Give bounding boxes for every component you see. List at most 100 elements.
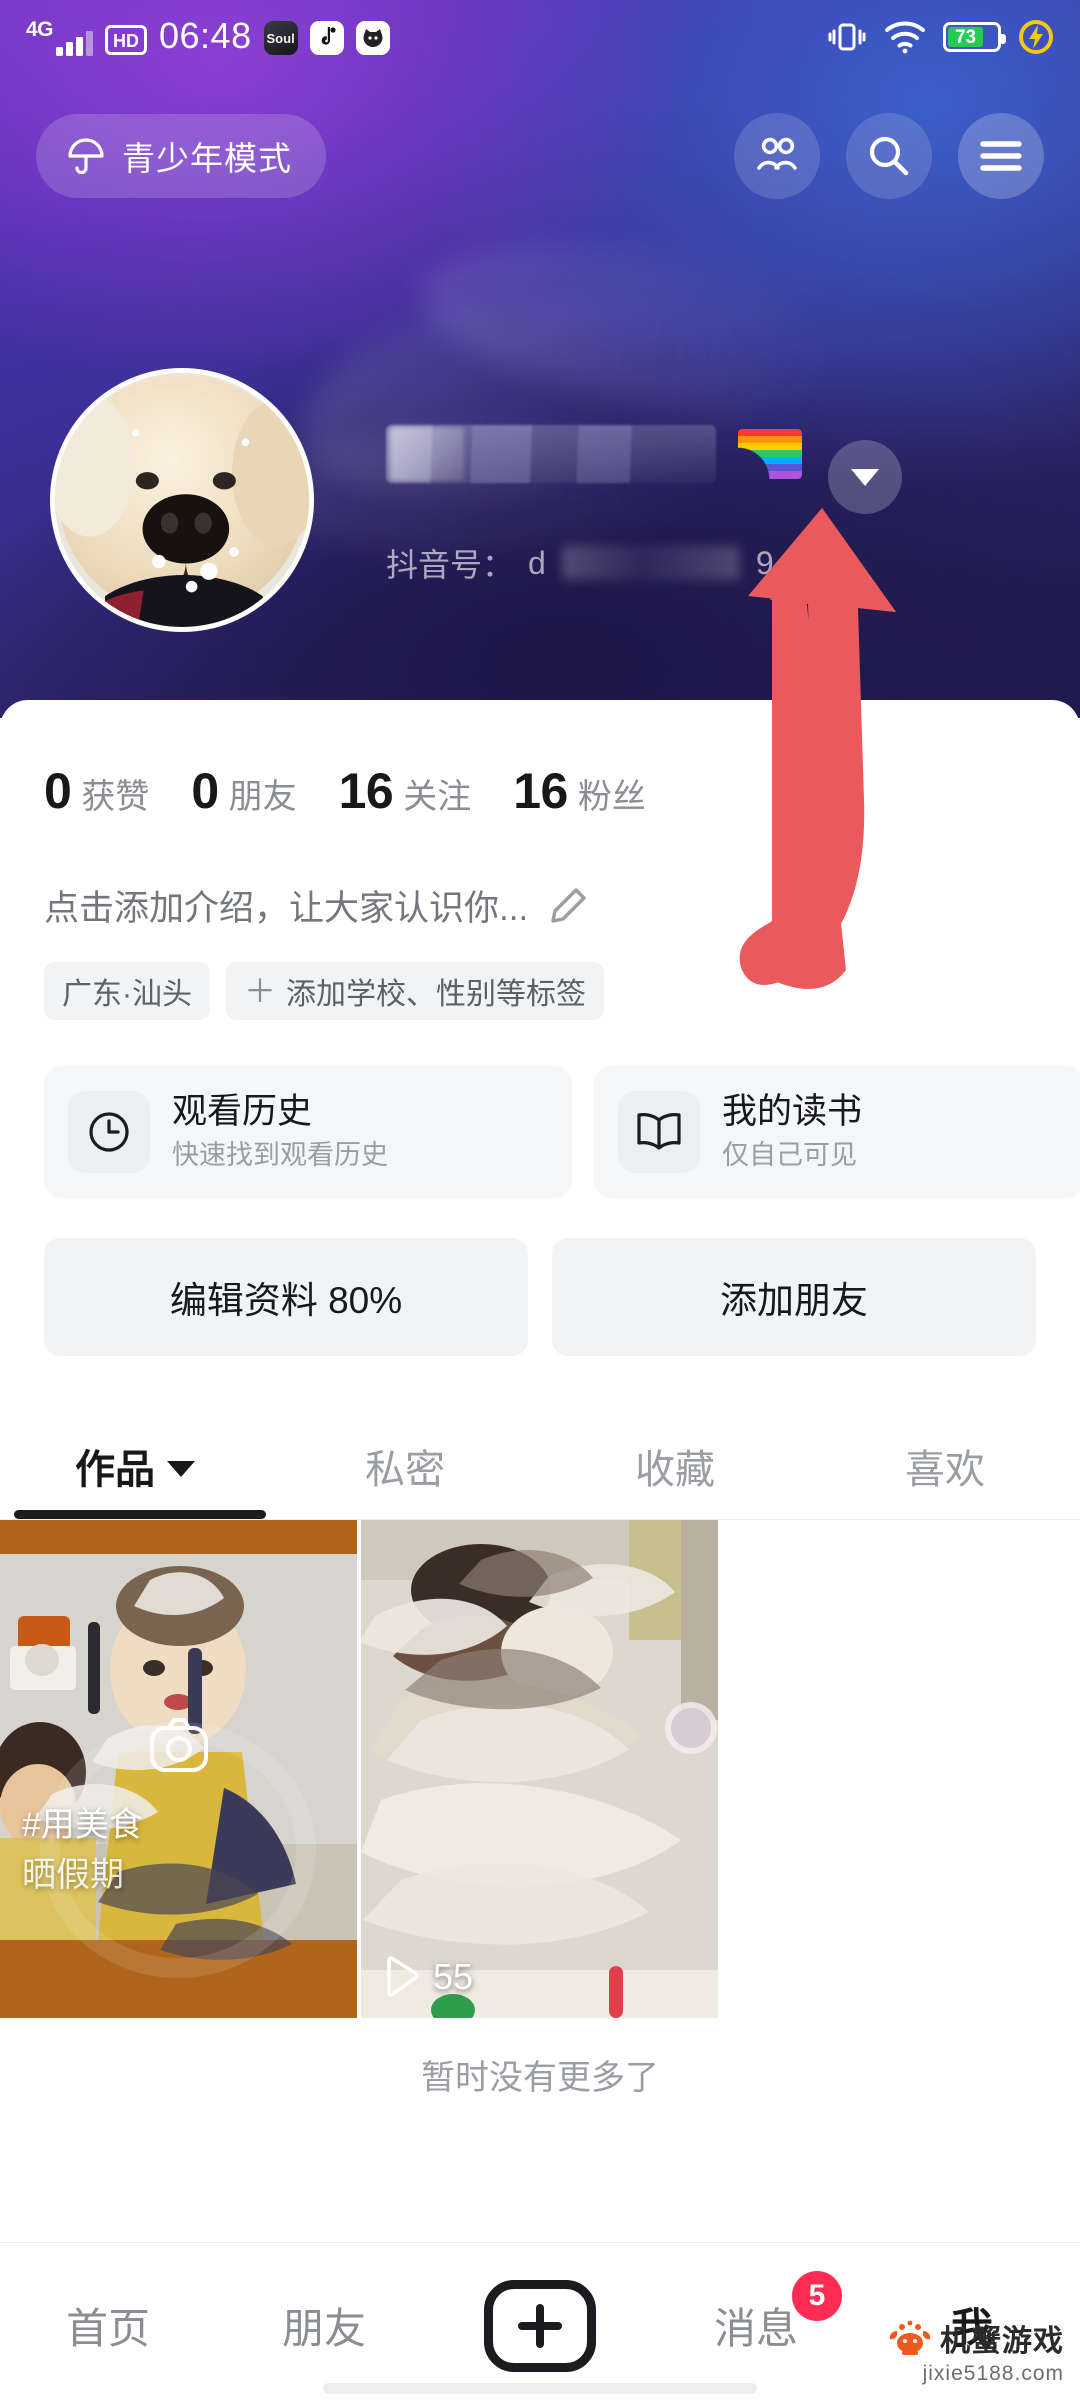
card-title: 观看历史: [172, 1091, 313, 1131]
stat-value: 0: [191, 763, 219, 819]
add-tag[interactable]: ＋ 添加学校、性别等标签: [226, 962, 605, 1020]
bio-placeholder: 点击添加介绍，让大家认识你...: [44, 889, 529, 928]
douyin-id-start: d: [528, 544, 546, 581]
play-count-value: 55: [433, 1956, 474, 1997]
tab-likes[interactable]: 喜欢: [810, 1412, 1080, 1519]
tab-label: 收藏: [635, 1447, 715, 1492]
tab-active-underline: [14, 1510, 266, 1519]
teen-mode-label: 青少年模式: [122, 140, 292, 177]
home-indicator: [323, 2383, 757, 2394]
watch-history-card[interactable]: 观看历史 快速找到观看历史: [44, 1066, 572, 1198]
stat-friends[interactable]: 0 朋友: [191, 762, 296, 820]
video-caption: #用美食 晒假期: [22, 1801, 143, 1900]
tab-label: 私密: [365, 1447, 445, 1492]
charging-bolt-icon: [1019, 20, 1053, 54]
stat-fans[interactable]: 16 粉丝: [513, 762, 646, 820]
teen-mode-button[interactable]: 青少年模式: [36, 114, 326, 198]
profile-tags: 广东·汕头 ＋ 添加学校、性别等标签: [44, 962, 605, 1020]
no-more-content-text: 暂时没有更多了: [421, 2059, 659, 2097]
play-icon: [387, 1956, 419, 1997]
tab-works[interactable]: 作品: [0, 1412, 270, 1519]
profile-stats: 0 获赞 0 朋友 16 关注 16 粉丝: [44, 762, 688, 820]
pencil-icon[interactable]: [546, 884, 590, 928]
add-friend-button[interactable]: 添加朋友: [552, 1238, 1036, 1356]
watermark-url: jixie5188.com: [922, 2362, 1064, 2385]
network-type-label: 4G: [26, 18, 54, 41]
signal-icon: 4G: [26, 18, 94, 56]
hd-icon: HD: [105, 25, 148, 55]
stat-value: 0: [44, 763, 72, 819]
chevron-down-icon[interactable]: [828, 440, 902, 514]
nav-messages-label: 消息: [713, 2305, 798, 2352]
video-caption-line1: #用美食: [22, 1806, 143, 1845]
menu-icon[interactable]: [958, 113, 1044, 199]
cat-app-icon: [355, 21, 390, 55]
video-caption-line2: 晒假期: [22, 1855, 124, 1894]
stat-label: 粉丝: [577, 778, 646, 816]
video-thumb-2-image: [361, 1520, 718, 2018]
status-badge: 5: [792, 2271, 842, 2321]
stat-value: 16: [338, 763, 394, 819]
crab-logo-icon: [889, 2320, 931, 2355]
watermark-brand: 机蟹游戏: [940, 2325, 1064, 2358]
battery-icon: 73: [943, 22, 1006, 52]
douyin-id-row[interactable]: 抖音号： d 9: [386, 540, 826, 586]
status-bar-clock: 06:48: [159, 15, 252, 56]
card-subtitle: 仅自己可见: [722, 1140, 857, 1171]
douyin-id-blurred: [561, 546, 740, 580]
video-thumb-2[interactable]: 55: [361, 1520, 718, 2018]
stat-likes[interactable]: 0 获赞: [44, 762, 149, 820]
douyin-id-end: 9: [755, 544, 774, 581]
plus-icon: ＋: [244, 973, 277, 1009]
tab-private[interactable]: 私密: [270, 1412, 540, 1519]
profile-name-block: [386, 418, 1046, 490]
qr-code-icon[interactable]: [788, 544, 826, 582]
douyin-id-prefix: 抖音号：: [386, 547, 515, 583]
stat-label: 朋友: [228, 778, 297, 816]
wifi-icon: [885, 21, 925, 54]
tab-label: 喜欢: [905, 1447, 985, 1492]
avatar[interactable]: [50, 368, 314, 632]
battery-percent-label: 73: [954, 26, 977, 48]
add-tag-label: 添加学校、性别等标签: [286, 978, 587, 1011]
nav-home[interactable]: 首页: [0, 2243, 216, 2408]
soul-app-icon: Soul: [263, 21, 298, 55]
play-count: 55: [381, 1956, 473, 1998]
my-reading-card[interactable]: 我的读书 仅自己可见: [594, 1066, 1080, 1198]
plus-icon[interactable]: [484, 2279, 596, 2372]
card-subtitle: 快速找到观看历史: [172, 1140, 388, 1171]
stat-following[interactable]: 16 关注: [339, 762, 472, 820]
profile-content-sheet: 0 获赞 0 朋友 16 关注 16 粉丝 点击添加介绍，让大家认识你... 广…: [0, 700, 1080, 2408]
stat-value: 16: [513, 763, 568, 819]
card-title: 我的读书: [722, 1091, 863, 1131]
location-tag-label: 广东·汕头: [62, 978, 192, 1011]
search-icon[interactable]: [846, 113, 932, 199]
umbrella-icon: [68, 138, 104, 175]
stat-label: 关注: [403, 778, 472, 816]
tab-collection[interactable]: 收藏: [540, 1412, 810, 1519]
profile-top-bar: 青少年模式: [0, 104, 1080, 208]
location-tag[interactable]: 广东·汕头: [44, 962, 210, 1020]
content-tabs: 作品 私密 收藏 喜欢: [0, 1412, 1080, 1520]
avatar-image: [55, 373, 309, 627]
stat-label: 获赞: [81, 778, 150, 816]
friends-icon[interactable]: [734, 113, 820, 199]
douyin-app-icon: [309, 21, 344, 55]
rainbow-emoji: [738, 429, 802, 479]
chevron-down-icon[interactable]: [167, 1460, 195, 1477]
clock-icon: [68, 1091, 150, 1173]
edit-profile-button[interactable]: 编辑资料 80%: [44, 1238, 528, 1356]
book-icon: [618, 1091, 700, 1173]
profile-action-row: 编辑资料 80% 添加朋友: [44, 1238, 1036, 1356]
watermark: 机蟹游戏 jixie5188.com: [888, 2316, 1064, 2386]
feature-card-row: 观看历史 快速找到观看历史 我的读书 仅自己可见: [44, 1066, 1080, 1198]
cover-brush-smudge: [410, 218, 850, 432]
camera-icon: [148, 1716, 210, 1781]
display-name-redacted: [386, 425, 716, 483]
video-thumb-1[interactable]: #用美食 晒假期: [0, 1520, 357, 2018]
bio-row[interactable]: 点击添加介绍，让大家认识你...: [44, 880, 590, 931]
vibrate-icon: [828, 23, 866, 51]
tab-label: 作品: [75, 1447, 155, 1492]
status-bar: 4G HD 06:48 Soul 73: [0, 0, 1080, 74]
video-grid: #用美食 晒假期 55: [0, 1520, 1080, 2018]
